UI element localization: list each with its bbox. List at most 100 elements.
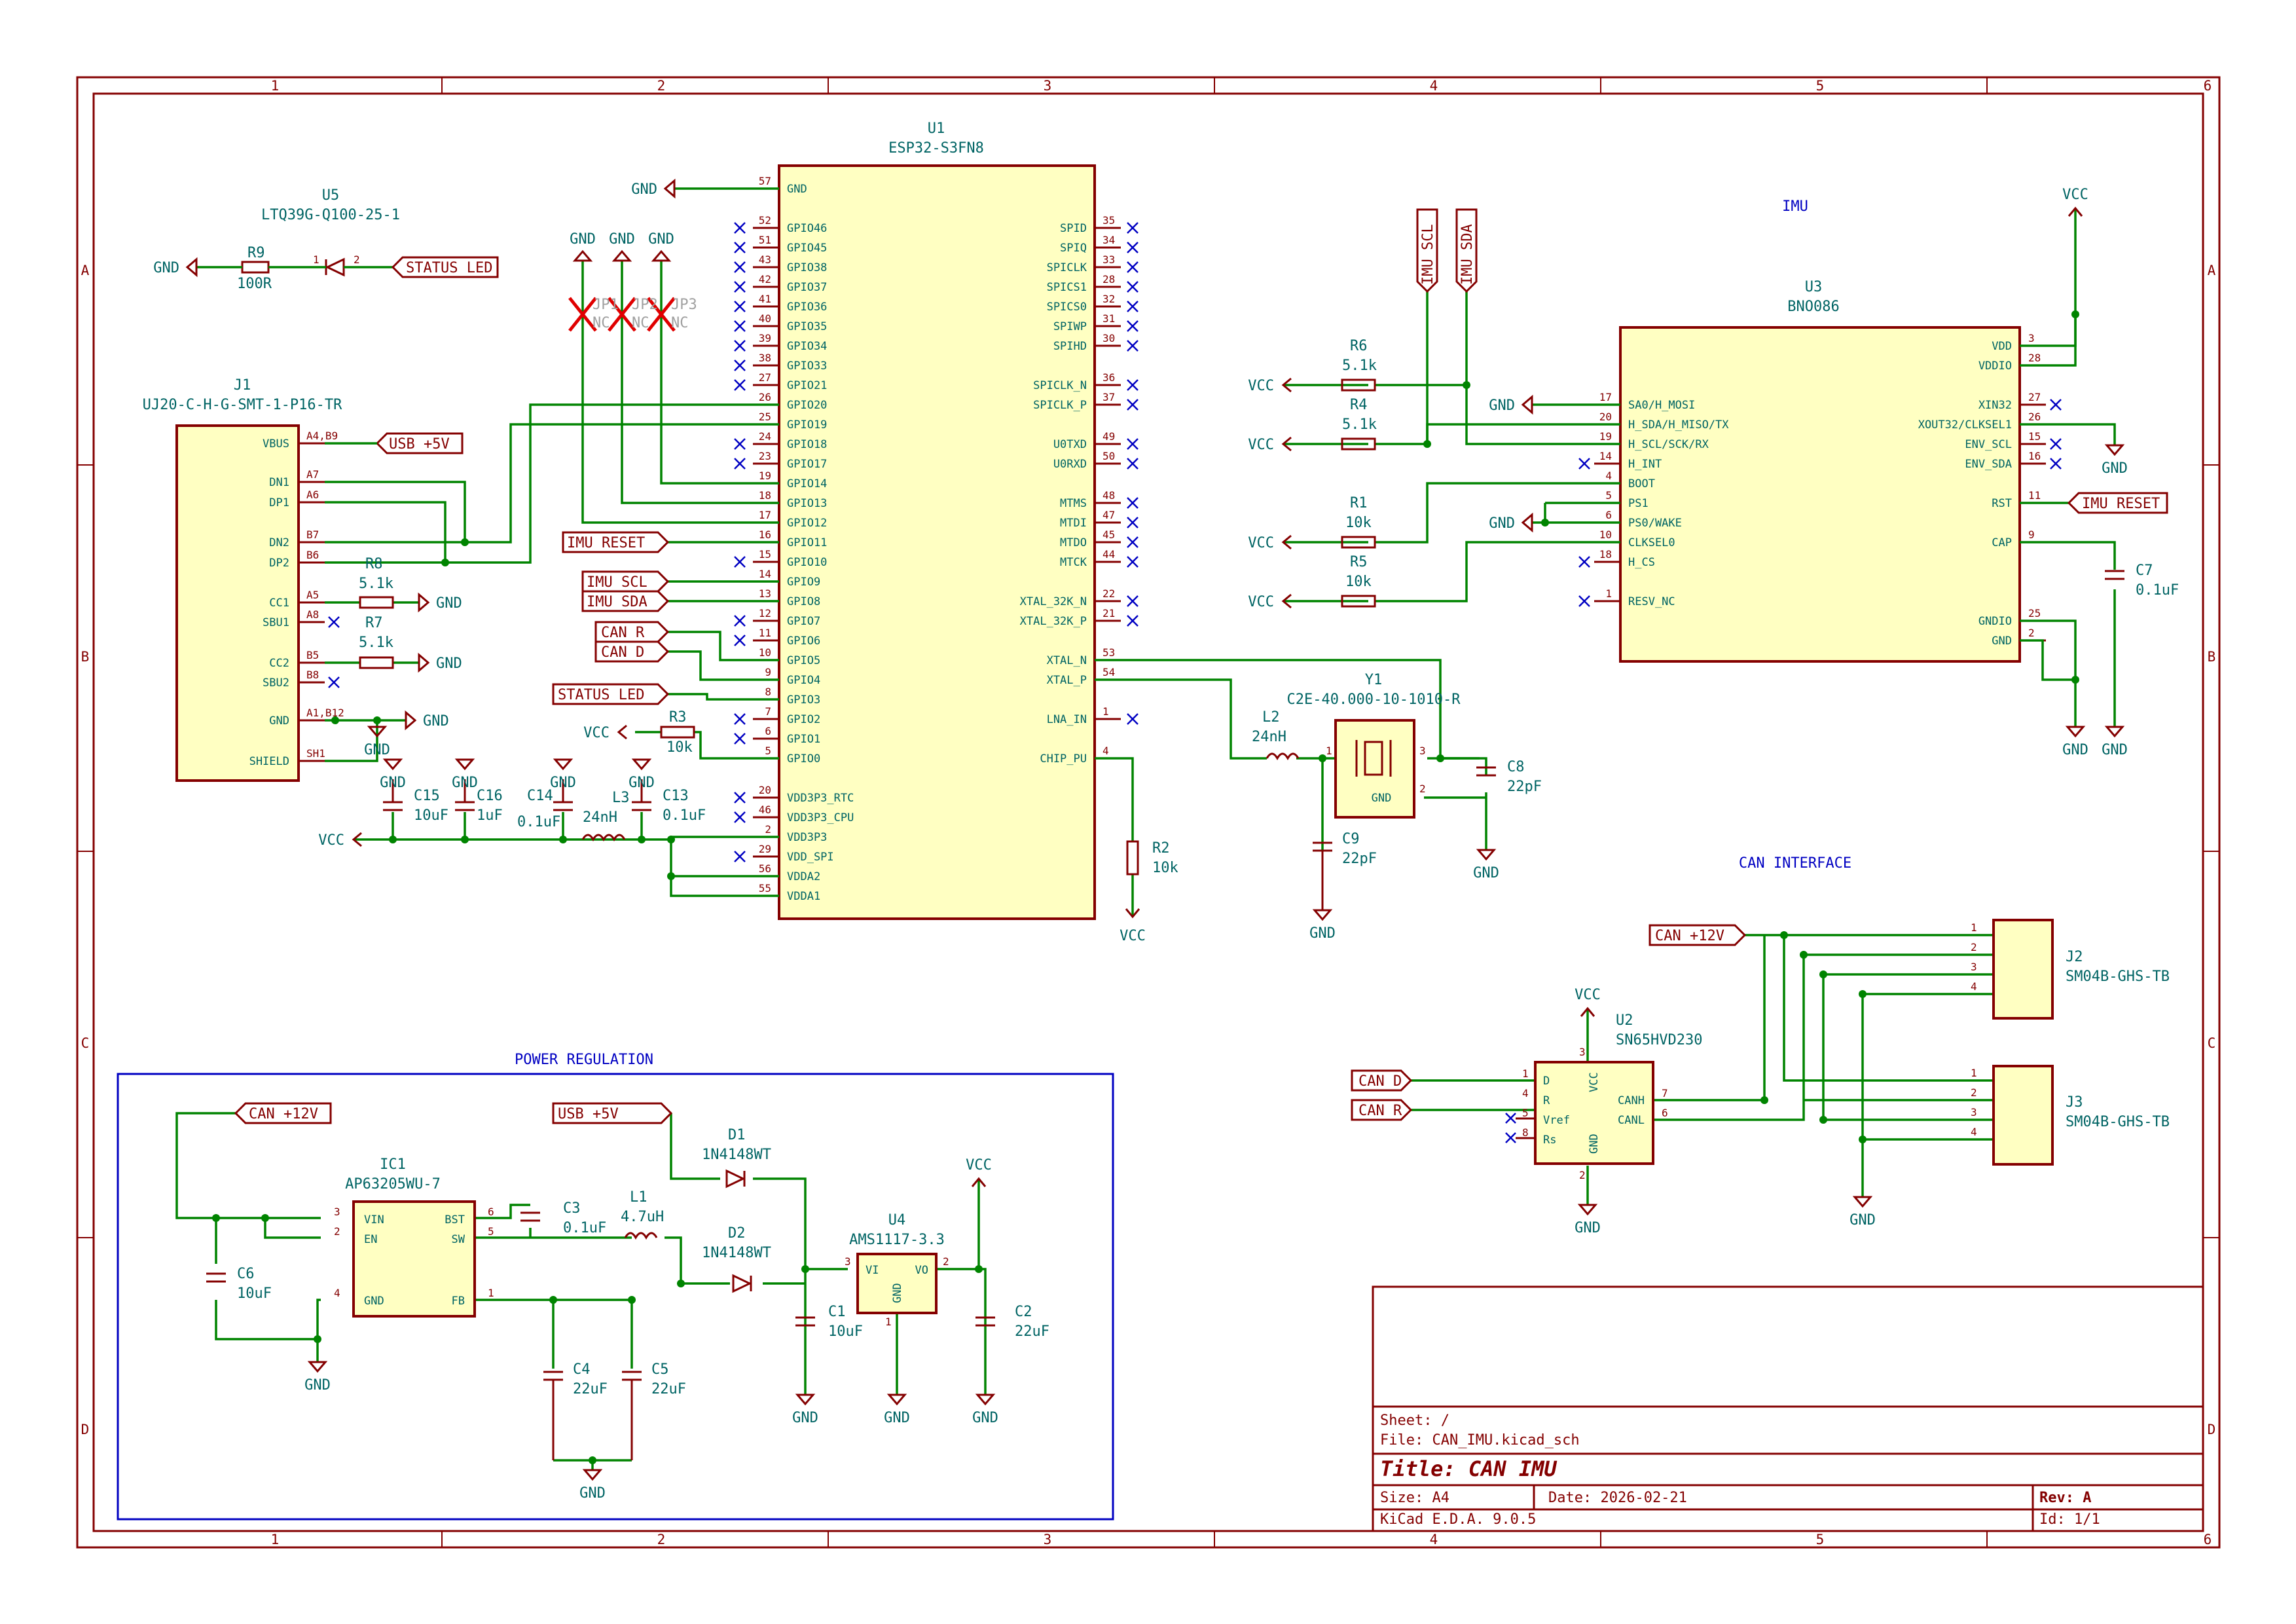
d2-value: 1N4148WT (702, 1245, 771, 1261)
u2-pin-rs: Rs (1543, 1134, 1556, 1147)
ic1-pinnum: 6 (488, 1206, 494, 1218)
u1-pin-name: GPIO11 (787, 536, 827, 549)
j2-pin: 3 (1971, 961, 1977, 973)
u2-pinnum: 4 (1522, 1087, 1529, 1099)
u1-pin-name: GPIO14 (787, 477, 827, 490)
u1-pin-number: 35 (1102, 214, 1115, 227)
schematic-sheet: 1 2 3 4 5 6 1 2 3 4 5 6 A B C D A B C D (0, 0, 2296, 1624)
u2-pin-vref: Vref (1543, 1114, 1570, 1127)
u1-pin-number: 40 (759, 312, 771, 325)
u1-pin-number: 13 (759, 587, 771, 600)
l3-ref: L3 (612, 790, 630, 806)
u1-pin-number: 36 (1102, 371, 1115, 384)
u1-pin-name: GPIO9 (787, 576, 820, 589)
j1-ref: J1 (234, 377, 251, 394)
u1-pin-name: GPIO21 (787, 379, 827, 392)
svg-text:IMU SCL: IMU SCL (1420, 224, 1436, 285)
l1-value: 4.7uH (621, 1209, 664, 1225)
sheet-name: Sheet: / (1380, 1412, 1449, 1429)
u1-pin-number: 55 (759, 882, 771, 895)
gnd-label: GND (1489, 397, 1515, 414)
u3-pin-name: H_SCL/SCK/RX (1628, 438, 1709, 451)
u3-bno086: U3 BNO086 17 SA0/H_MOSI 20 H_SDA/H_MISO/TX 1… (1578, 279, 2062, 663)
j3-value: SM04B-GHS-TB (2066, 1114, 2170, 1130)
vcc-label: VCC (1248, 594, 1274, 610)
j1-pin-number: A7 (306, 468, 319, 481)
u4-pin: 3 (845, 1255, 851, 1268)
gnd-label: GND (648, 231, 674, 248)
u1-pin-number: 34 (1102, 234, 1115, 246)
u3-pin-number: 2 (2028, 627, 2035, 639)
u3-pin-name: XOUT32/CLKSEL1 (1918, 418, 2012, 432)
u1-pin-name: LNA_IN (1047, 713, 1087, 726)
j2-pin: 4 (1971, 980, 1977, 993)
u1-pin-number: 51 (759, 234, 771, 246)
u3-pin-name: RST (1992, 497, 2012, 510)
u1-pin-number: 53 (1102, 646, 1115, 659)
u1-pin-number: 1 (1102, 705, 1109, 718)
u3-pin-name: GND (1992, 635, 2012, 648)
u2-value: SN65HVD230 (1616, 1032, 1702, 1048)
c15-ref: C15 (414, 788, 440, 804)
ic1-value: AP63205WU-7 (345, 1176, 441, 1192)
ic1-fb: FB (452, 1295, 465, 1308)
j2-body (1992, 919, 2054, 1020)
u1-pin-name: VDD3P3_RTC (787, 792, 854, 805)
u1-pin-number: 25 (759, 411, 771, 423)
u1-pin-name: GPIO34 (787, 340, 827, 353)
c4-ref: C4 (573, 1361, 591, 1378)
svg-text:CAN +12V: CAN +12V (249, 1106, 318, 1122)
u1-pin-number: 16 (759, 528, 771, 541)
c13-value: 0.1uF (663, 807, 706, 824)
gnd-label: GND (380, 775, 406, 791)
u3-pin-name: H_INT (1628, 458, 1662, 471)
u3-pin-name: RESV_NC (1628, 595, 1675, 608)
u1-pin-name: GPIO33 (787, 360, 827, 373)
gnd-label: GND (972, 1410, 998, 1426)
u2-pinnum: 3 (1579, 1046, 1586, 1058)
u1-pin-number: 9 (765, 666, 771, 678)
u1-pin-number: 56 (759, 862, 771, 875)
u1-pin-name: GPIO5 (787, 654, 820, 667)
ic1-pinnum: 3 (334, 1206, 340, 1218)
r7-value: 5.1k (359, 635, 393, 651)
u1-pin-name: GND (787, 183, 807, 196)
u1-pin-name: GPIO2 (787, 713, 820, 726)
u3-ref: U3 (1805, 279, 1823, 295)
u1-pin-name: XTAL_P (1047, 674, 1087, 687)
u4-vo: VO (915, 1264, 928, 1277)
col-label: 6 (2204, 1532, 2212, 1547)
row-label: A (2208, 263, 2216, 278)
c1-ref: C1 (828, 1304, 846, 1320)
u2-pin-canh: CANH (1618, 1094, 1645, 1107)
revision: Rev: A (2039, 1490, 2091, 1506)
gnd-label: GND (1309, 925, 1336, 942)
y1-pin1: 1 (1326, 745, 1332, 757)
gnd-label: GND (1489, 515, 1515, 532)
imu-section-note: IMU (1782, 198, 1808, 215)
u4-value: AMS1117-3.3 (849, 1232, 945, 1248)
svg-text:IMU SDA: IMU SDA (587, 594, 647, 610)
sheet-id: Id: 1/1 (2039, 1511, 2100, 1528)
u2-pinnum: 5 (1522, 1107, 1529, 1119)
j1-pin-number: B7 (306, 528, 319, 541)
ic1-vin: VIN (364, 1213, 384, 1227)
vcc-label: VCC (1248, 535, 1274, 551)
u3-pin-name: GNDIO (1978, 615, 2012, 628)
r3-value: 10k (666, 739, 693, 756)
j2-ref: J2 (2066, 949, 2083, 965)
r5-ref: R5 (1350, 554, 1368, 570)
u5-pin1: 1 (313, 253, 319, 266)
vcc-label: VCC (1248, 378, 1274, 394)
c7-value: 0.1uF (2136, 582, 2179, 599)
ic1-gnd: GND (364, 1295, 384, 1308)
col-label: 5 (1816, 1532, 1825, 1547)
c9-ref: C9 (1342, 831, 1360, 847)
r4-value: 5.1k (1342, 416, 1377, 433)
c7-ref: C7 (2136, 563, 2153, 579)
j1-pin-name: DP1 (269, 496, 289, 509)
u1-pin-name: GPIO20 (787, 399, 827, 412)
y1-pin3: 3 (1419, 745, 1426, 757)
j1-pin-name: GND (269, 714, 289, 728)
u1-pin-number: 2 (765, 823, 771, 836)
